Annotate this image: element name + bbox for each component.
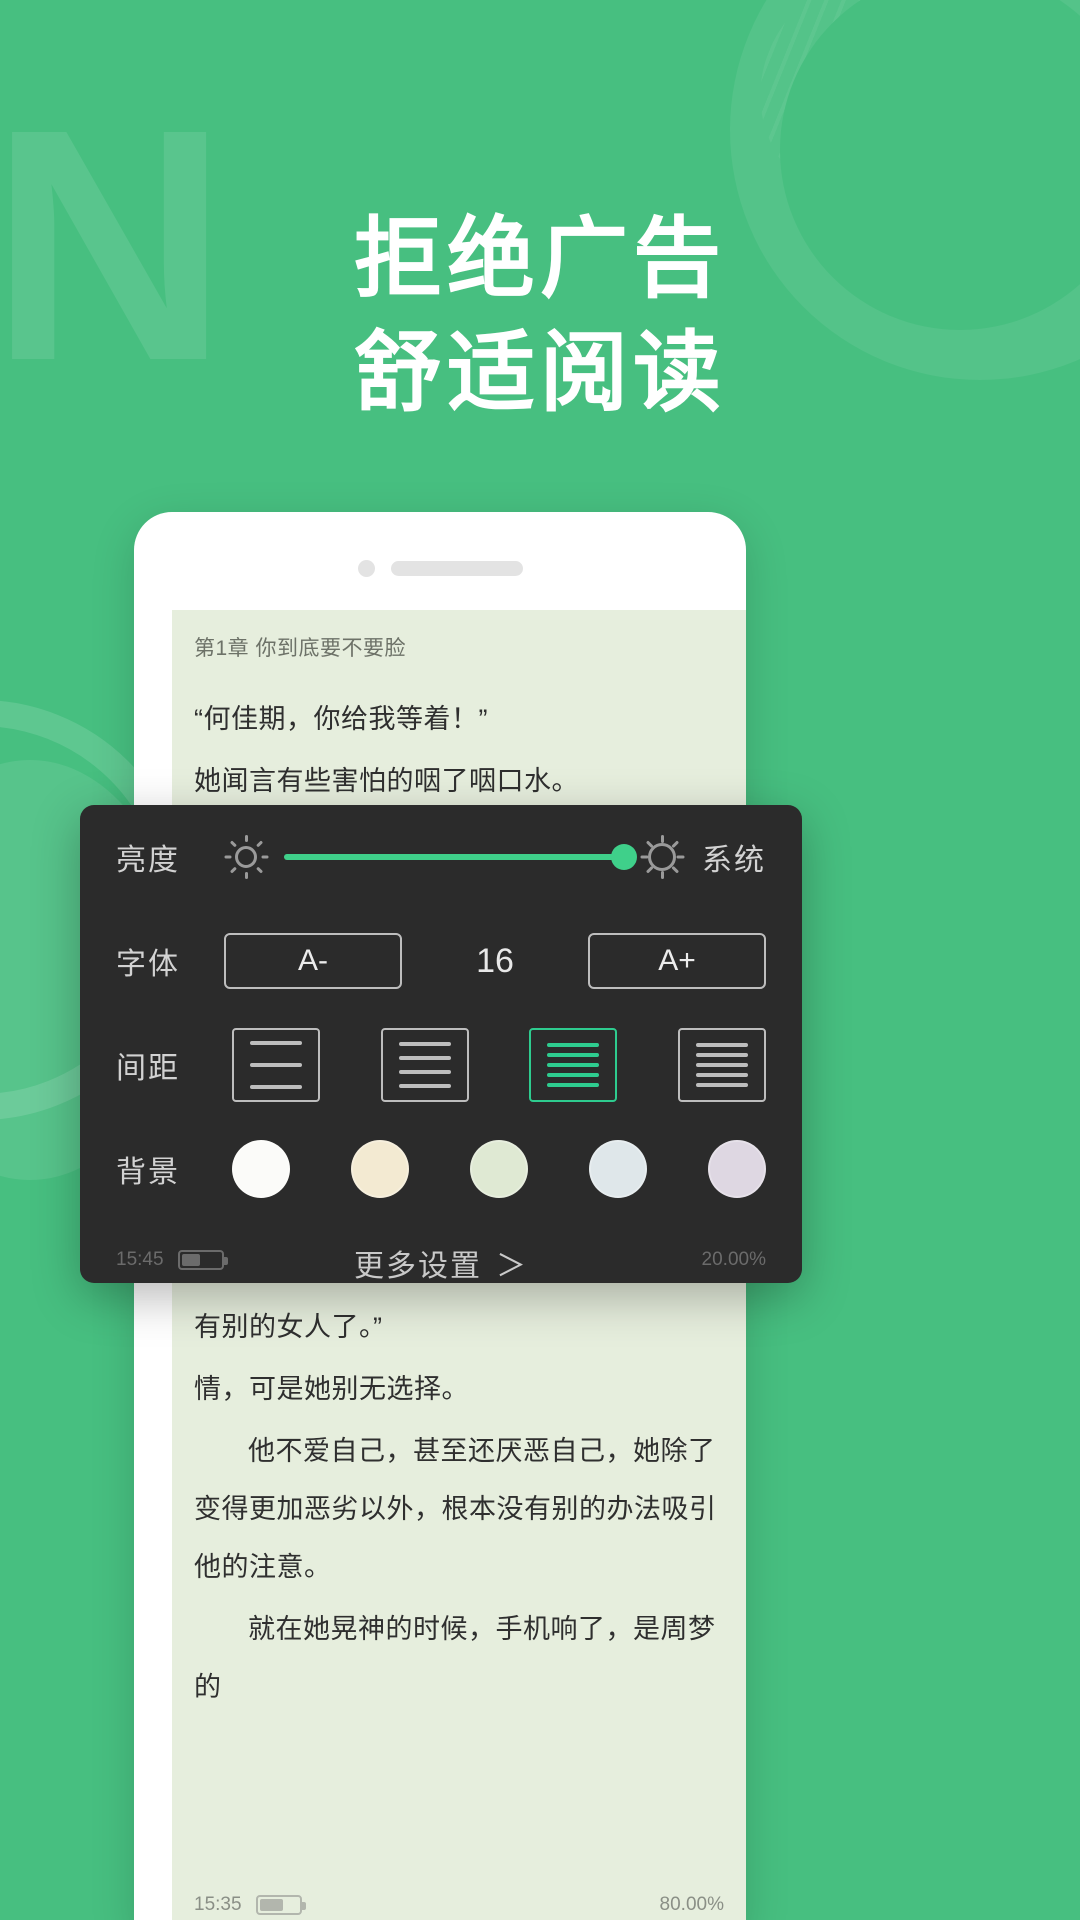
system-brightness-toggle[interactable]: 系统 (702, 835, 766, 879)
spacing-narrow[interactable] (529, 1028, 618, 1102)
spacing-line (398, 1084, 451, 1088)
spacing-tight[interactable] (677, 1028, 766, 1102)
panel-progress: 20.00% (701, 1249, 766, 1270)
brightness-label: 亮度 (116, 844, 180, 877)
spacing-line (398, 1056, 451, 1060)
chevron-right-icon: ＞ (496, 1250, 528, 1283)
sun-small-icon (224, 835, 269, 879)
spacing-line (547, 1083, 600, 1087)
reader-paragraph: 就在她晃神的时候，手机响了，是周梦的 (194, 1614, 716, 1702)
spacing-line (695, 1043, 748, 1047)
background-swatches[interactable] (232, 1140, 766, 1198)
spacing-line (250, 1041, 302, 1045)
camera-dot-icon (357, 560, 375, 577)
reader-paragraph: 他不爱自己，甚至还厌恶自己，她除了变得更加恶劣以外，根本没有别的办法吸引他的注意… (194, 1436, 717, 1582)
phone-speaker-area (134, 560, 746, 577)
panel-battery-icon (177, 1250, 228, 1270)
background-label: 背景 (116, 1156, 180, 1189)
spacing-line (250, 1063, 302, 1067)
promo-headline: 拒绝广告 舒适阅读 (0, 202, 1080, 430)
slider-fill (284, 854, 624, 860)
headline-line-2: 舒适阅读 (353, 323, 726, 422)
bg-blue[interactable] (589, 1140, 647, 1198)
spacing-line (695, 1053, 748, 1057)
bg-purple[interactable] (708, 1140, 766, 1198)
spacing-line (547, 1063, 600, 1067)
font-increase-button[interactable]: A+ (588, 933, 766, 989)
bg-cream[interactable] (351, 1140, 409, 1198)
line-spacing-label: 间距 (116, 1052, 180, 1085)
bg-green[interactable] (470, 1140, 528, 1198)
reader-paragraph: 情，可是她别无选择。 (194, 1374, 469, 1404)
font-size-value: 16 (476, 941, 514, 980)
chapter-title: 第1章 你到底要不要脸 (194, 637, 407, 660)
brightness-row: 亮度 系统 (116, 805, 766, 909)
spacing-line (547, 1053, 600, 1057)
font-size-row: 字体 A- 16 A+ (116, 909, 766, 1013)
font-decrease-button[interactable]: A- (224, 933, 402, 989)
reader-status-bar: 15:35 80.00% (194, 1894, 724, 1916)
spacing-medium[interactable] (380, 1028, 469, 1102)
sun-large-icon (640, 835, 685, 879)
slider-handle[interactable] (611, 844, 637, 870)
reader-paragraph: 有别的女人了。” (194, 1312, 383, 1342)
panel-clock: 15:45 (116, 1249, 164, 1270)
promo-screenshot: N 拒绝广告 舒适阅读 第1章 你到底要不要脸 “何佳期，你给我等着！” 她闻言… (0, 0, 1080, 1920)
spacing-wide[interactable] (232, 1028, 320, 1102)
font-size-label: 字体 (116, 948, 180, 981)
reader-settings-panel[interactable]: 亮度 系统 字体 A- 16 A+ 间距 背景 更多设置 ＞ 15:45 20.… (80, 805, 802, 1283)
spacing-line (398, 1070, 451, 1074)
spacing-line (695, 1063, 748, 1067)
spacing-line (695, 1073, 748, 1077)
line-spacing-options[interactable] (232, 1028, 766, 1102)
speaker-bar-icon (390, 561, 523, 576)
spacing-line (695, 1083, 748, 1087)
panel-status-bar: 15:45 (116, 1249, 228, 1271)
spacing-line (547, 1043, 600, 1047)
spacing-line (547, 1073, 600, 1077)
bg-white[interactable] (232, 1140, 290, 1198)
line-spacing-row: 间距 (116, 1013, 766, 1117)
spacing-line (250, 1085, 302, 1089)
spacing-line (398, 1042, 451, 1046)
background-row: 背景 (116, 1117, 766, 1221)
battery-icon (255, 1895, 306, 1915)
brightness-slider[interactable] (284, 842, 637, 872)
reader-paragraph: 她闻言有些害怕的咽了咽口水。 (194, 766, 579, 796)
reader-paragraph: “何佳期，你给我等着！” (194, 704, 488, 734)
more-settings-label: 更多设置 (354, 1250, 482, 1283)
reading-progress: 80.00% (659, 1894, 724, 1915)
headline-line-1: 拒绝广告 (353, 209, 726, 308)
reader-clock: 15:35 (194, 1894, 242, 1915)
